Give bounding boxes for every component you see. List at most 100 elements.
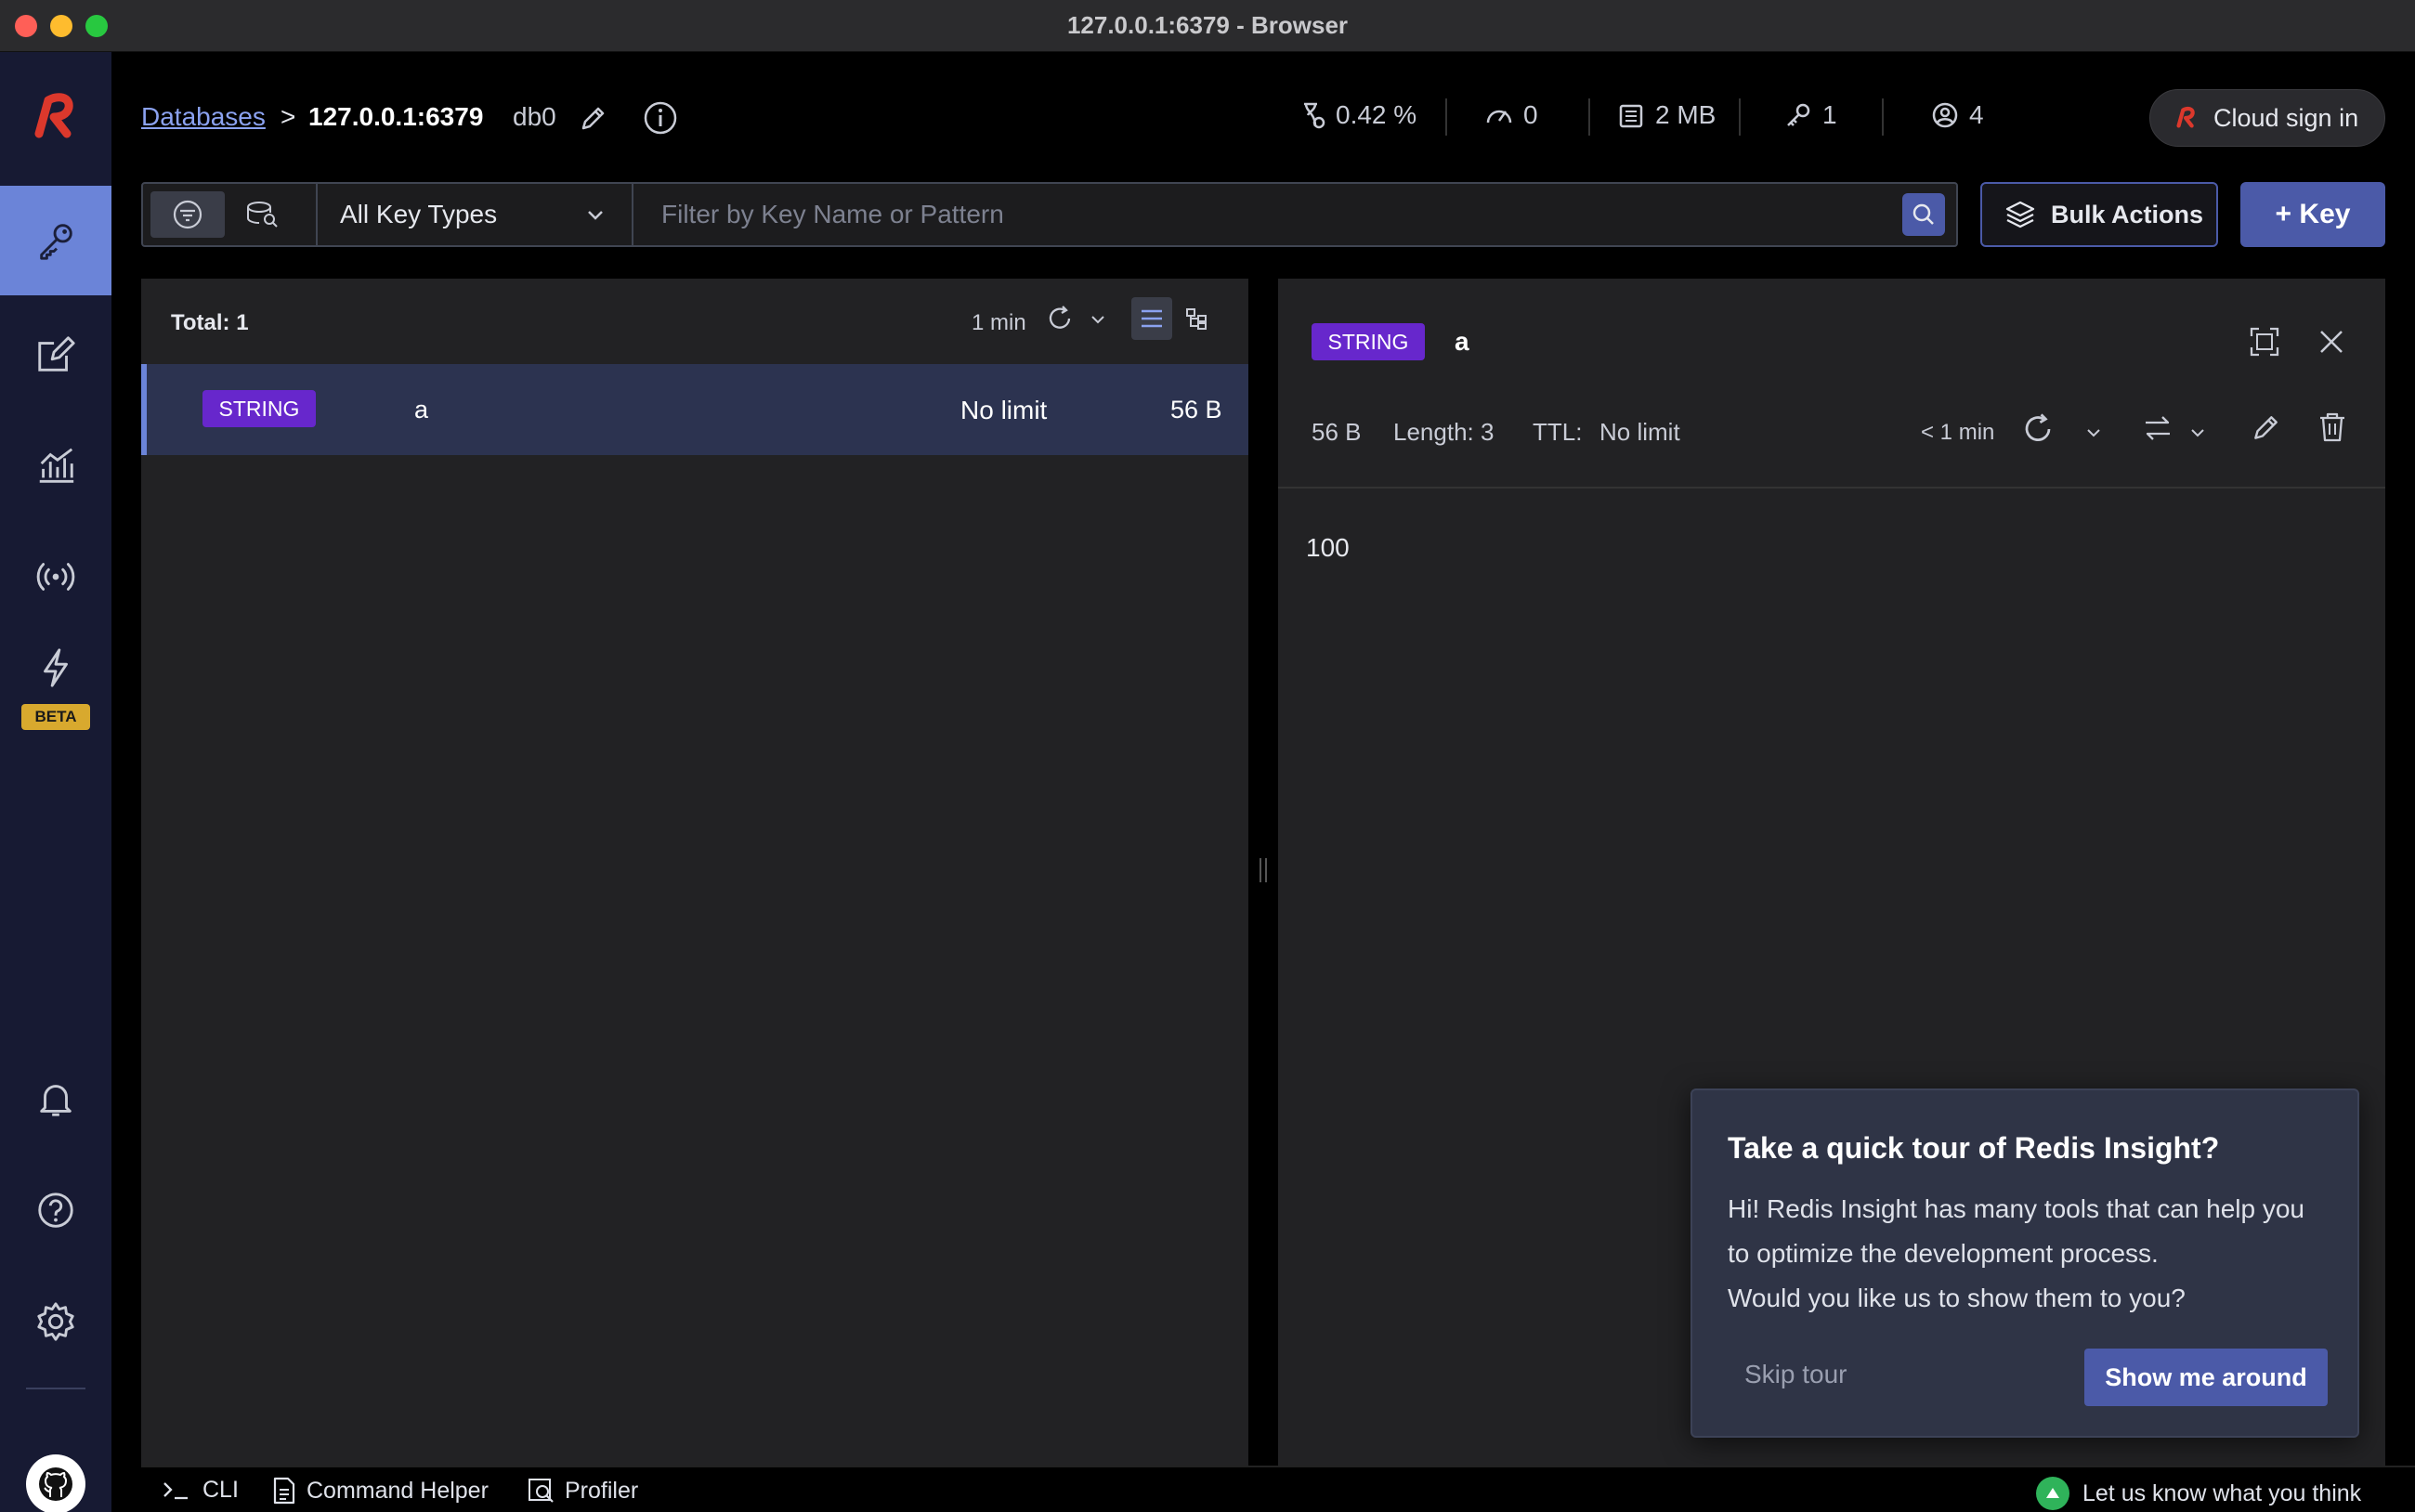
database-search-icon xyxy=(247,202,278,228)
key-ttl: No limit xyxy=(960,396,1048,424)
github-link[interactable] xyxy=(26,1454,85,1512)
trash-icon[interactable] xyxy=(2317,411,2348,444)
fullscreen-icon[interactable] xyxy=(2248,325,2281,358)
close-icon[interactable] xyxy=(2317,327,2346,357)
clients-value: 4 xyxy=(1969,100,1984,129)
panel-resize-handle[interactable] xyxy=(1260,858,1267,882)
key-type-badge: STRING xyxy=(1312,323,1425,360)
redis-logo-icon[interactable] xyxy=(26,87,85,147)
pencil-icon[interactable] xyxy=(578,104,607,134)
breadcrumb-separator: > xyxy=(281,102,296,131)
last-refresh-time: 1 min xyxy=(972,310,1026,335)
cli-button[interactable]: CLI xyxy=(162,1477,239,1504)
nav-notifications[interactable] xyxy=(0,1044,111,1154)
bottom-bar: CLI Command Helper Profiler Let us know … xyxy=(141,1466,2415,1512)
ttl-value[interactable]: No limit xyxy=(1599,418,1680,447)
refresh-icon[interactable] xyxy=(2021,412,2055,446)
chevron-down-icon[interactable] xyxy=(2188,424,2207,442)
tree-icon xyxy=(1186,308,1207,330)
cpu-stat: 0.42 % xyxy=(1297,100,1416,130)
cpu-timer-icon xyxy=(1304,102,1325,129)
pattern-search-mode-button[interactable] xyxy=(150,191,225,238)
show-me-around-button[interactable]: Show me around xyxy=(2084,1349,2328,1406)
key-filter-bar: All Key Types xyxy=(141,182,1958,247)
side-navigation: BETA xyxy=(0,52,111,1512)
terminal-icon xyxy=(163,1481,188,1499)
key-size: 56 B xyxy=(1170,396,1222,424)
tour-body: Hi! Redis Insight has many tools that ca… xyxy=(1728,1187,2341,1321)
nav-analysis[interactable] xyxy=(0,411,111,520)
window-titlebar: 127.0.0.1:6379 - Browser xyxy=(0,0,2415,52)
bell-icon xyxy=(40,1085,72,1116)
pencil-icon[interactable] xyxy=(2250,412,2281,444)
ops-value: 0 xyxy=(1523,100,1538,129)
cli-label: CLI xyxy=(202,1477,239,1503)
filter-icon xyxy=(173,200,202,229)
key-length-meta: Length: 3 xyxy=(1393,418,1495,446)
search-button[interactable] xyxy=(1902,193,1945,236)
redisearch-mode-button[interactable] xyxy=(225,191,299,238)
list-view-button[interactable] xyxy=(1131,297,1172,340)
key-name-title[interactable]: a xyxy=(1455,327,1469,357)
cloud-sign-in-label: Cloud sign in xyxy=(2213,103,2359,132)
format-switch-icon[interactable] xyxy=(2142,412,2174,444)
add-key-button[interactable]: + Key xyxy=(2240,182,2385,247)
top-header: Databases > 127.0.0.1:6379 db0 0.42 % 0 … xyxy=(111,52,2415,182)
tree-view-button[interactable] xyxy=(1176,297,1217,340)
memory-value: 2 MB xyxy=(1655,100,1717,129)
analytics-chart-icon xyxy=(39,448,74,483)
memory-icon xyxy=(1619,104,1643,128)
stat-separator xyxy=(1588,98,1590,136)
stat-separator xyxy=(1739,98,1741,136)
nav-workbench[interactable] xyxy=(0,299,111,409)
search-mode-toggle xyxy=(150,191,314,238)
total-keys: Total: 1 xyxy=(171,310,249,335)
cloud-sign-in-button[interactable]: Cloud sign in xyxy=(2149,89,2385,147)
speedometer-icon xyxy=(1486,110,1512,124)
nav-pubsub[interactable] xyxy=(0,522,111,632)
cpu-value: 0.42 % xyxy=(1336,100,1417,129)
list-icon xyxy=(1142,309,1162,328)
profiler-button[interactable]: Profiler xyxy=(528,1477,638,1505)
key-value-text[interactable]: 100 xyxy=(1306,533,1350,563)
edit-document-icon xyxy=(38,336,75,371)
command-helper-button[interactable]: Command Helper xyxy=(271,1477,489,1505)
key-type-select[interactable]: All Key Types xyxy=(316,184,633,245)
database-host: 127.0.0.1:6379 xyxy=(308,102,484,131)
memory-stat: 2 MB xyxy=(1616,100,1716,130)
lightning-icon xyxy=(44,648,68,687)
key-pattern-input[interactable] xyxy=(633,184,1906,245)
feedback-label: Let us know what you think xyxy=(2082,1479,2362,1506)
chevron-down-icon[interactable] xyxy=(1089,310,1107,329)
search-icon xyxy=(1912,203,1934,225)
ttl-label: TTL: xyxy=(1533,418,1583,446)
nav-settings[interactable] xyxy=(0,1267,111,1376)
ops-stat: 0 xyxy=(1484,100,1538,130)
nav-help[interactable] xyxy=(0,1155,111,1265)
key-list-row[interactable]: STRING a No limit 56 B xyxy=(141,364,1248,455)
chevron-down-icon[interactable] xyxy=(2084,424,2103,442)
nav-browser[interactable] xyxy=(0,186,111,295)
gear-icon xyxy=(37,1302,74,1341)
layers-icon xyxy=(2005,201,2035,228)
database-index: db0 xyxy=(513,102,556,131)
skip-tour-button[interactable]: Skip tour xyxy=(1744,1360,1847,1389)
tour-title: Take a quick tour of Redis Insight? xyxy=(1728,1131,2220,1165)
profiler-search-icon xyxy=(529,1479,554,1503)
feedback-link[interactable]: Let us know what you think xyxy=(2036,1477,2361,1510)
document-icon xyxy=(273,1477,295,1505)
tour-line: Would you like us to show them to you? xyxy=(1728,1284,2186,1312)
key-icon xyxy=(40,224,72,260)
stat-separator xyxy=(1882,98,1884,136)
tour-line: Hi! Redis Insight has many tools that ca… xyxy=(1728,1194,2305,1223)
bulk-actions-button[interactable]: Bulk Actions xyxy=(1980,182,2218,247)
key-list-panel: Total: 1 1 min STRING a No limit 56 B xyxy=(141,279,1248,1467)
beta-badge: BETA xyxy=(21,704,90,730)
profiler-label: Profiler xyxy=(565,1477,639,1504)
info-icon[interactable] xyxy=(643,100,678,136)
refresh-icon[interactable] xyxy=(1046,305,1074,332)
breadcrumb-databases-link[interactable]: Databases xyxy=(141,102,266,132)
key-icon xyxy=(1787,103,1810,126)
clients-stat: 4 xyxy=(1930,100,1984,130)
details-refresh-time: < 1 min xyxy=(1921,420,1995,445)
